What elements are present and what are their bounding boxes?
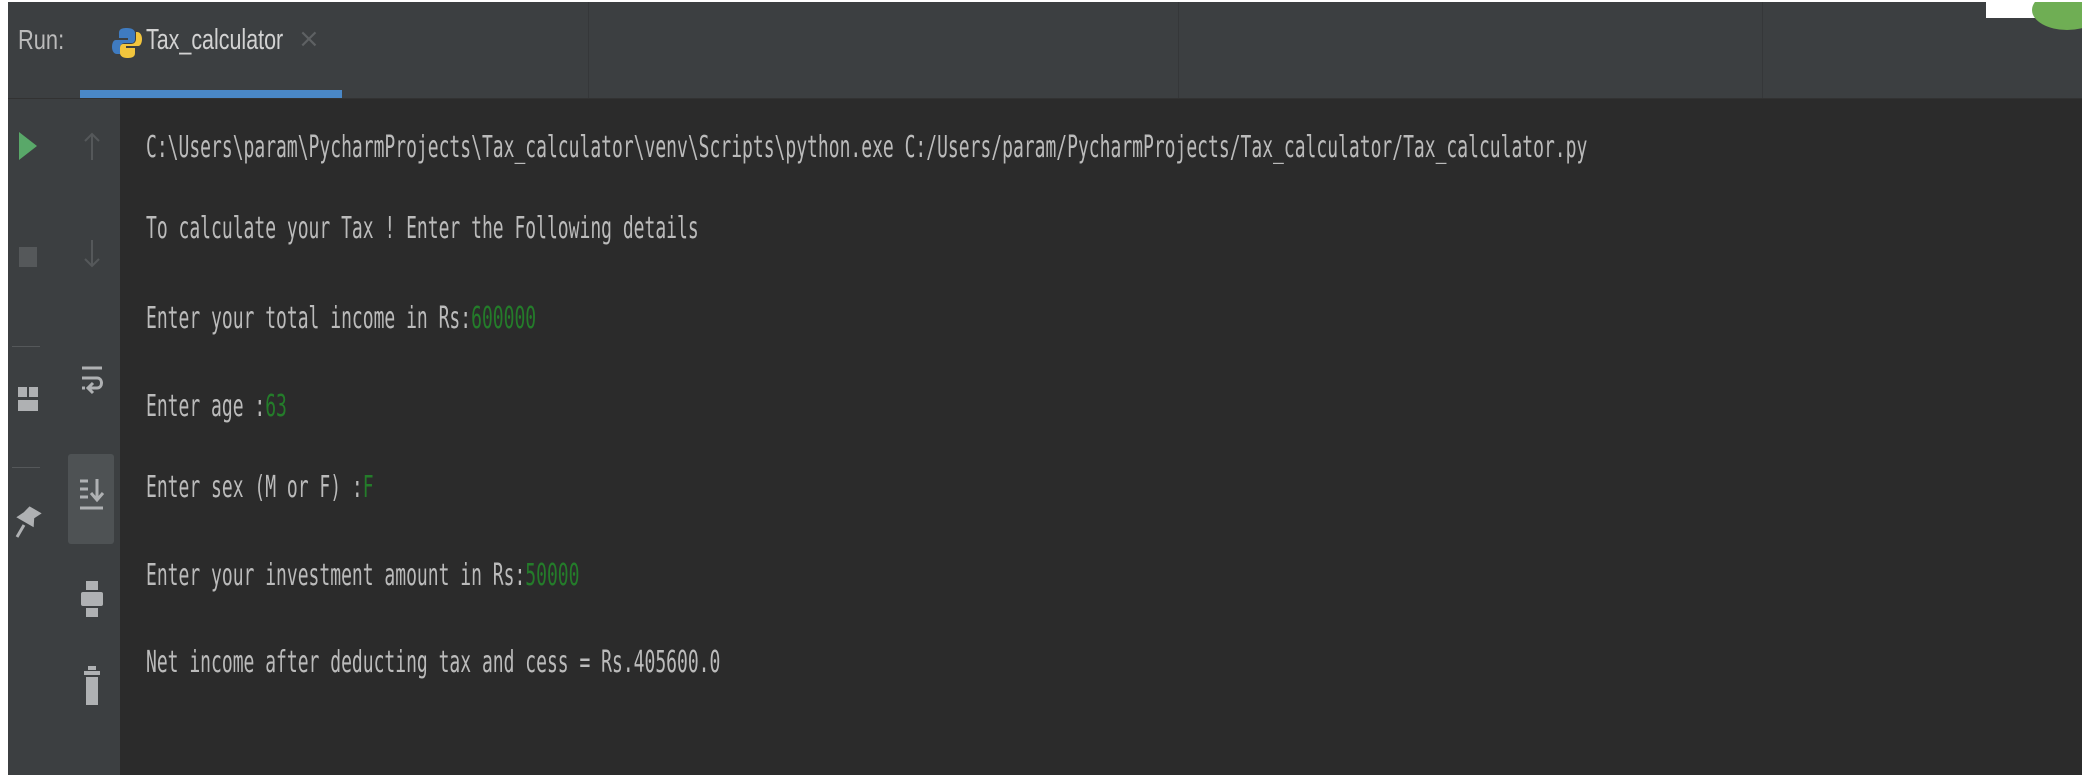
header-divider (1178, 2, 1179, 98)
python-file-icon (112, 26, 142, 60)
toolbar-divider (12, 467, 40, 468)
print-icon[interactable] (72, 579, 112, 619)
investment-prompt: Enter your investment amount in Rs: (146, 558, 526, 593)
console-output[interactable]: C:\Users\param\PycharmProjects\Tax_calcu… (120, 99, 2082, 775)
soft-wrap-icon[interactable] (72, 361, 112, 401)
tab-tax-calculator[interactable]: Tax_calculator × (80, 2, 342, 98)
tab-label: Tax_calculator (146, 24, 284, 56)
down-arrow-icon[interactable] (72, 234, 112, 274)
trash-icon[interactable] (72, 666, 112, 706)
run-icon[interactable] (8, 126, 48, 166)
sex-input-value: F (362, 470, 374, 505)
console-line: Net income after deducting tax and cess … (146, 643, 720, 683)
active-tab-indicator (80, 90, 342, 98)
console-command-line: C:\Users\param\PycharmProjects\Tax_calcu… (146, 128, 1587, 168)
layout-icon[interactable] (8, 379, 48, 419)
intro-text: To calculate your Tax ! Enter the Follow… (146, 211, 699, 246)
run-toolbar (8, 99, 120, 775)
header-divider (588, 2, 589, 98)
header-divider (1762, 2, 1763, 98)
investment-input-value: 50000 (525, 558, 580, 593)
toolbar-divider (12, 346, 40, 347)
console-line: To calculate your Tax ! Enter the Follow… (146, 209, 699, 249)
up-arrow-icon[interactable] (72, 126, 112, 166)
close-icon[interactable]: × (298, 24, 320, 54)
stop-icon[interactable] (8, 237, 48, 277)
age-input-value: 63 (265, 389, 287, 424)
console-line: Enter sex (M or F) :F (146, 468, 374, 508)
console-line: Enter your investment amount in Rs:50000 (146, 556, 579, 596)
run-label: Run: (18, 24, 65, 55)
command-text: C:\Users\param\PycharmProjects\Tax_calcu… (146, 130, 1588, 165)
run-tool-window-header: Run: Tax_calculator × (8, 2, 2082, 99)
age-prompt: Enter age : (146, 389, 266, 424)
income-input-value: 600000 (471, 301, 537, 336)
income-prompt: Enter your total income in Rs: (146, 301, 472, 336)
scroll-to-end-icon[interactable] (71, 475, 111, 515)
console-line: Enter age :63 (146, 387, 287, 427)
console-line: Enter your total income in Rs:600000 (146, 299, 536, 339)
result-text: Net income after deducting tax and cess … (146, 645, 721, 680)
corner-badge-icon (2032, 2, 2082, 30)
sex-prompt: Enter sex (M or F) : (146, 470, 363, 505)
run-tool-window: Run: Tax_calculator × C:\Users\param\Pyc… (8, 2, 2082, 775)
pin-icon[interactable] (8, 501, 48, 541)
